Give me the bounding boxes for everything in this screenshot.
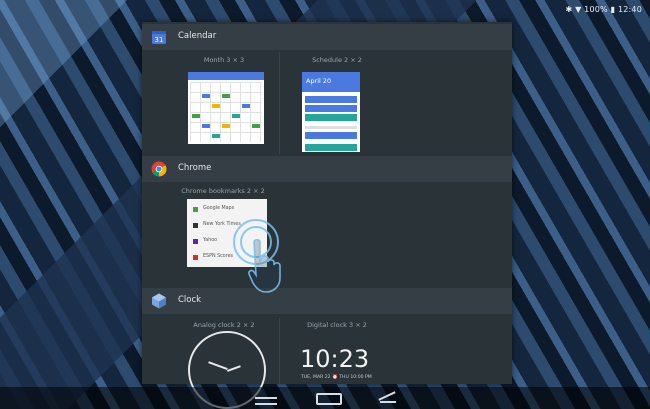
home-screen: ✱ ▼ 100% ▮ 12:40 31 Calendar Month 3 × 3… — [0, 0, 650, 409]
bookmark-title: Google Maps — [203, 206, 235, 211]
event-chip — [202, 94, 210, 98]
event-chip — [222, 124, 230, 128]
app-title-clock: Clock — [178, 295, 202, 305]
widget-preview-digital-clock-time[interactable]: 10:23 — [300, 345, 369, 373]
bookmark-favicon — [193, 207, 198, 212]
recents-icon[interactable] — [378, 391, 398, 403]
month-header-bar — [188, 72, 264, 80]
touch-hand-icon — [248, 238, 281, 293]
schedule-event — [305, 114, 357, 121]
bookmark-favicon — [193, 255, 198, 260]
hour-hand — [227, 365, 241, 372]
app-title-chrome: Chrome — [178, 163, 212, 173]
app-title-calendar: Calendar — [178, 31, 217, 41]
minute-hand — [208, 361, 228, 370]
column-divider — [279, 52, 280, 154]
bookmark-title: ESPN Scores — [203, 254, 234, 259]
bookmark-title: New York Times — [203, 222, 241, 227]
schedule-event — [305, 105, 357, 112]
event-chip — [242, 104, 250, 108]
event-chip — [202, 124, 210, 128]
status-indicators: ✱ ▼ 100% ▮ 12:40 — [565, 5, 642, 14]
bookmark-item: Google Maps — [193, 205, 263, 214]
widget-preview-schedule[interactable]: April 20 — [302, 72, 360, 152]
schedule-header: April 20 — [302, 72, 360, 92]
back-icon[interactable] — [255, 397, 277, 405]
navigation-bar — [0, 387, 650, 409]
svg-text:31: 31 — [155, 36, 164, 44]
schedule-event — [305, 96, 357, 103]
schedule-event — [305, 144, 357, 151]
bookmark-favicon — [193, 239, 198, 244]
widget-label-schedule: Schedule 2 × 2 — [312, 56, 362, 64]
widget-label-chrome-bookmarks: Chrome bookmarks 2 × 2 — [181, 187, 265, 195]
bookmark-favicon — [193, 223, 198, 228]
home-icon[interactable] — [316, 393, 342, 405]
event-chip — [222, 94, 230, 98]
month-grid — [190, 82, 262, 142]
event-chip — [212, 134, 220, 138]
widget-preview-month[interactable] — [188, 72, 264, 144]
schedule-divider — [305, 126, 357, 129]
app-header-chrome: Chrome — [142, 156, 512, 182]
calendar-icon: 31 — [152, 31, 166, 44]
event-chip — [212, 104, 220, 108]
bookmark-title: Yahoo — [203, 238, 218, 243]
widget-label-analog-clock: Analog clock 2 × 2 — [193, 321, 255, 329]
chrome-icon — [151, 161, 167, 177]
widget-preview-digital-clock-date: TUE, MAR 22 ⏰ THU 10:00 PM — [301, 375, 372, 380]
widget-label-digital-clock: Digital clock 3 × 2 — [307, 321, 367, 329]
status-bar: ✱ ▼ 100% ▮ 12:40 — [0, 0, 650, 22]
schedule-event — [305, 132, 357, 139]
event-chip — [232, 114, 240, 118]
event-chip — [192, 114, 200, 118]
clock-icon — [152, 293, 166, 309]
app-header-calendar: 31 Calendar — [142, 24, 512, 50]
widget-label-month: Month 3 × 3 — [203, 56, 245, 64]
app-header-clock: Clock — [142, 288, 512, 314]
event-chip — [252, 124, 260, 128]
schedule-date: April 20 — [306, 77, 332, 85]
